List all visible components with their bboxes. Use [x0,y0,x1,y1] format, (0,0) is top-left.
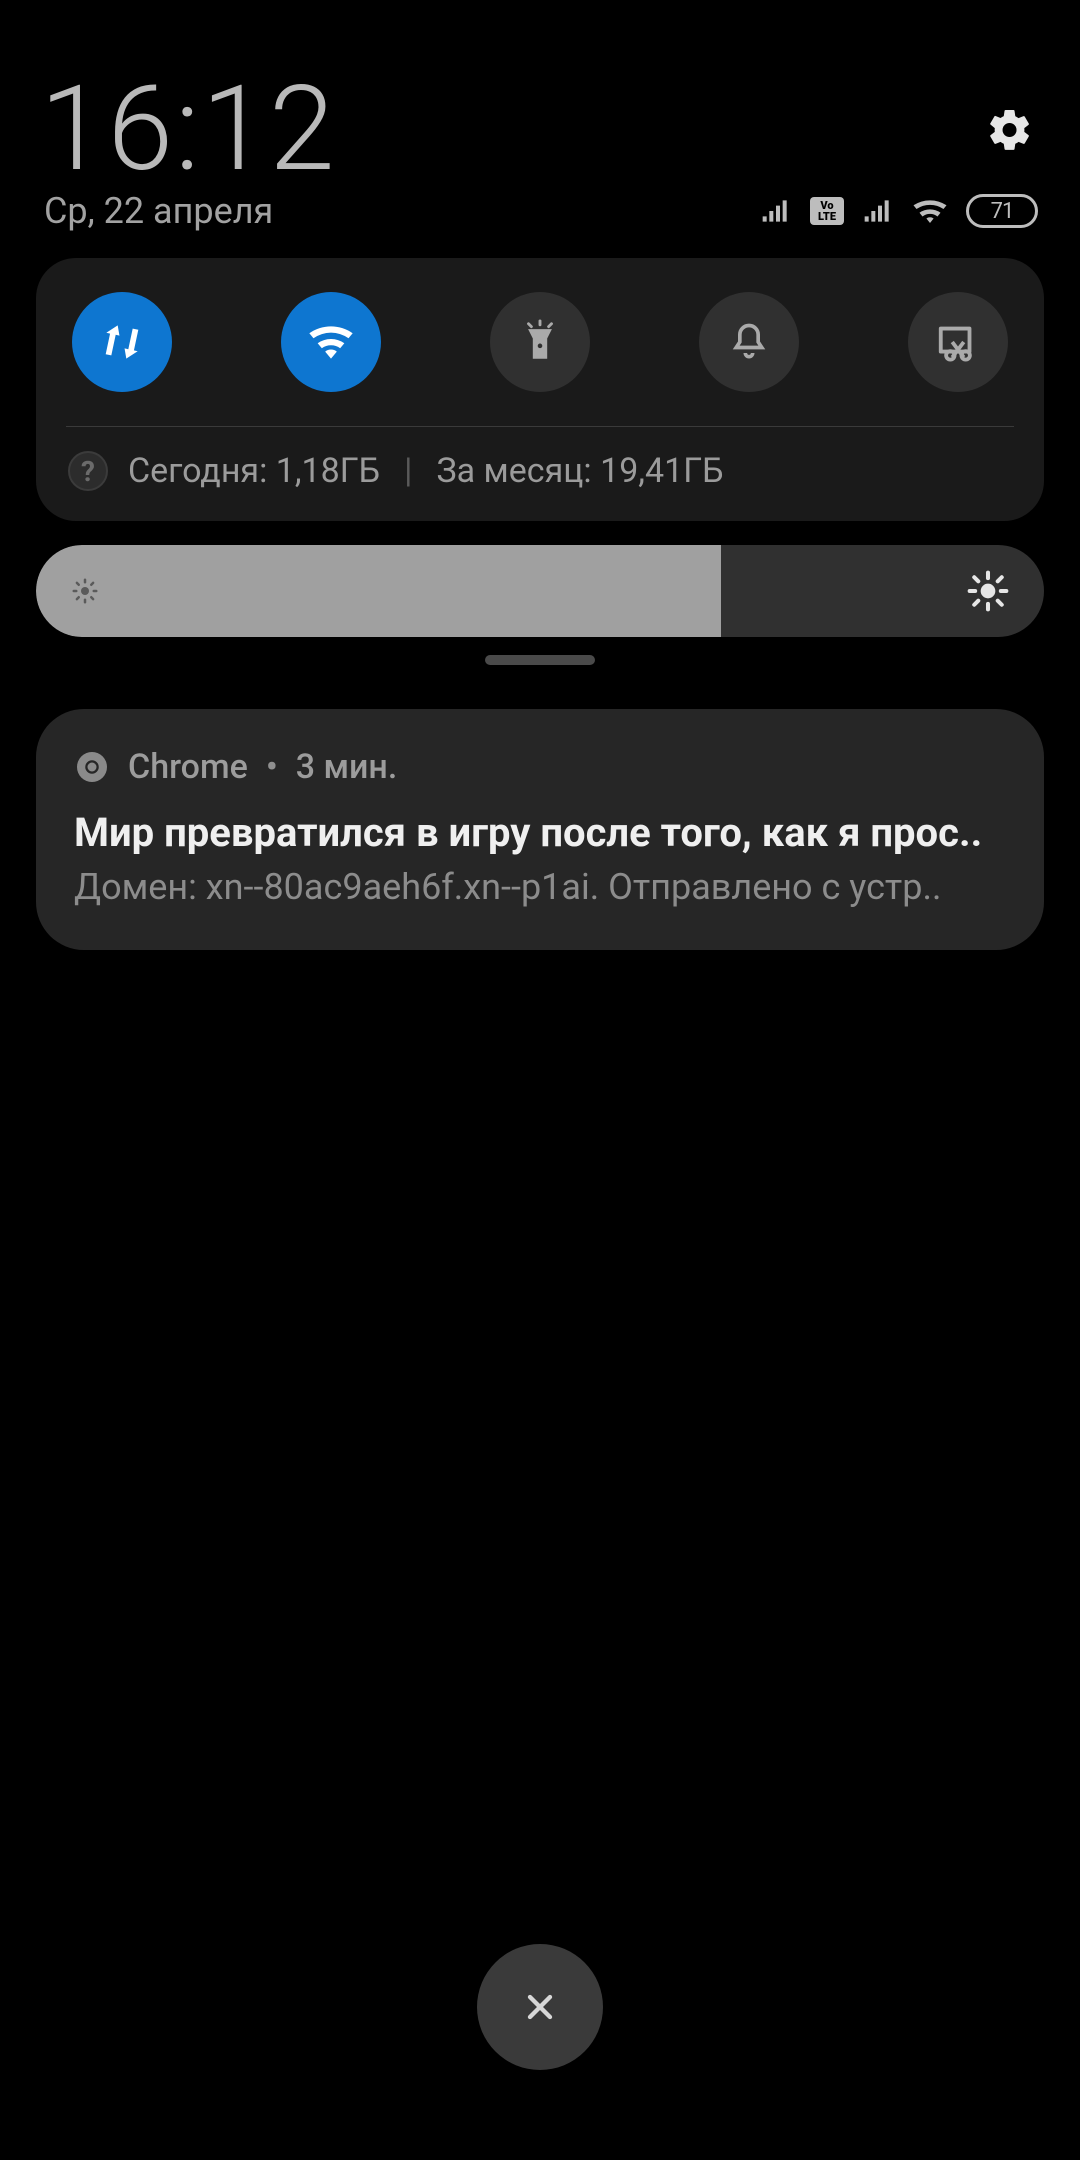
data-arrows-icon [99,319,145,365]
bell-icon [727,320,771,364]
usage-month: За месяц: 19,41ГБ [436,451,723,491]
notification-time: 3 мин. [296,747,398,787]
dot-separator: • [266,747,278,787]
close-icon [520,1987,560,2027]
settings-button[interactable] [986,106,1034,154]
chrome-icon [74,749,110,785]
qs-wifi[interactable] [281,292,381,392]
flashlight-icon [517,319,563,365]
qs-mobile-data[interactable] [72,292,172,392]
status-icons: VoLTE 71 [760,194,1038,228]
brightness-high-icon [966,569,1010,613]
panel-drag-handle[interactable] [485,655,595,665]
wifi-icon [912,196,948,226]
brightness-slider[interactable] [36,545,1044,637]
qs-flashlight[interactable] [490,292,590,392]
battery-pill: 71 [966,194,1038,228]
gear-icon [986,106,1034,154]
qs-dnd[interactable] [699,292,799,392]
data-usage-row[interactable]: ? Сегодня: 1,18ГБ | За месяц: 19,41ГБ [66,447,1014,495]
clear-all-button[interactable] [477,1944,603,2070]
wifi-icon [306,317,356,367]
brightness-fill [36,545,721,637]
top-row: 16:12 [0,0,1080,188]
quick-settings-panel: ? Сегодня: 1,18ГБ | За месяц: 19,41ГБ [36,258,1044,521]
notification-shade: 16:12 Ср, 22 апреля VoLTE 71 [0,0,1080,2160]
notification-app: Chrome [128,747,248,787]
volte-icon: VoLTE [810,197,844,225]
date-status-row: Ср, 22 апреля VoLTE 71 [0,184,1080,232]
clock-time: 16:12 [40,70,337,188]
divider [66,426,1014,427]
notification-card[interactable]: Chrome • 3 мин. Мир превратился в игру п… [36,709,1044,950]
usage-today: Сегодня: 1,18ГБ [128,451,380,491]
notification-header: Chrome • 3 мин. [74,747,1006,787]
battery-level: 71 [991,199,1014,224]
brightness-low-icon [70,576,100,606]
notification-subtitle: Домен: xn--80ac9aeh6f.xn--p1ai. Отправле… [74,866,1006,908]
signal-icon [760,197,792,225]
clock-date: Ср, 22 апреля [44,190,273,232]
quick-settings-row [66,292,1014,392]
qs-screenshot[interactable] [908,292,1008,392]
divider: | [400,451,416,491]
screenshot-icon [935,319,981,365]
help-icon: ? [68,451,108,491]
signal-icon [862,197,894,225]
notification-title: Мир превратился в игру после того, как я… [74,809,1006,856]
